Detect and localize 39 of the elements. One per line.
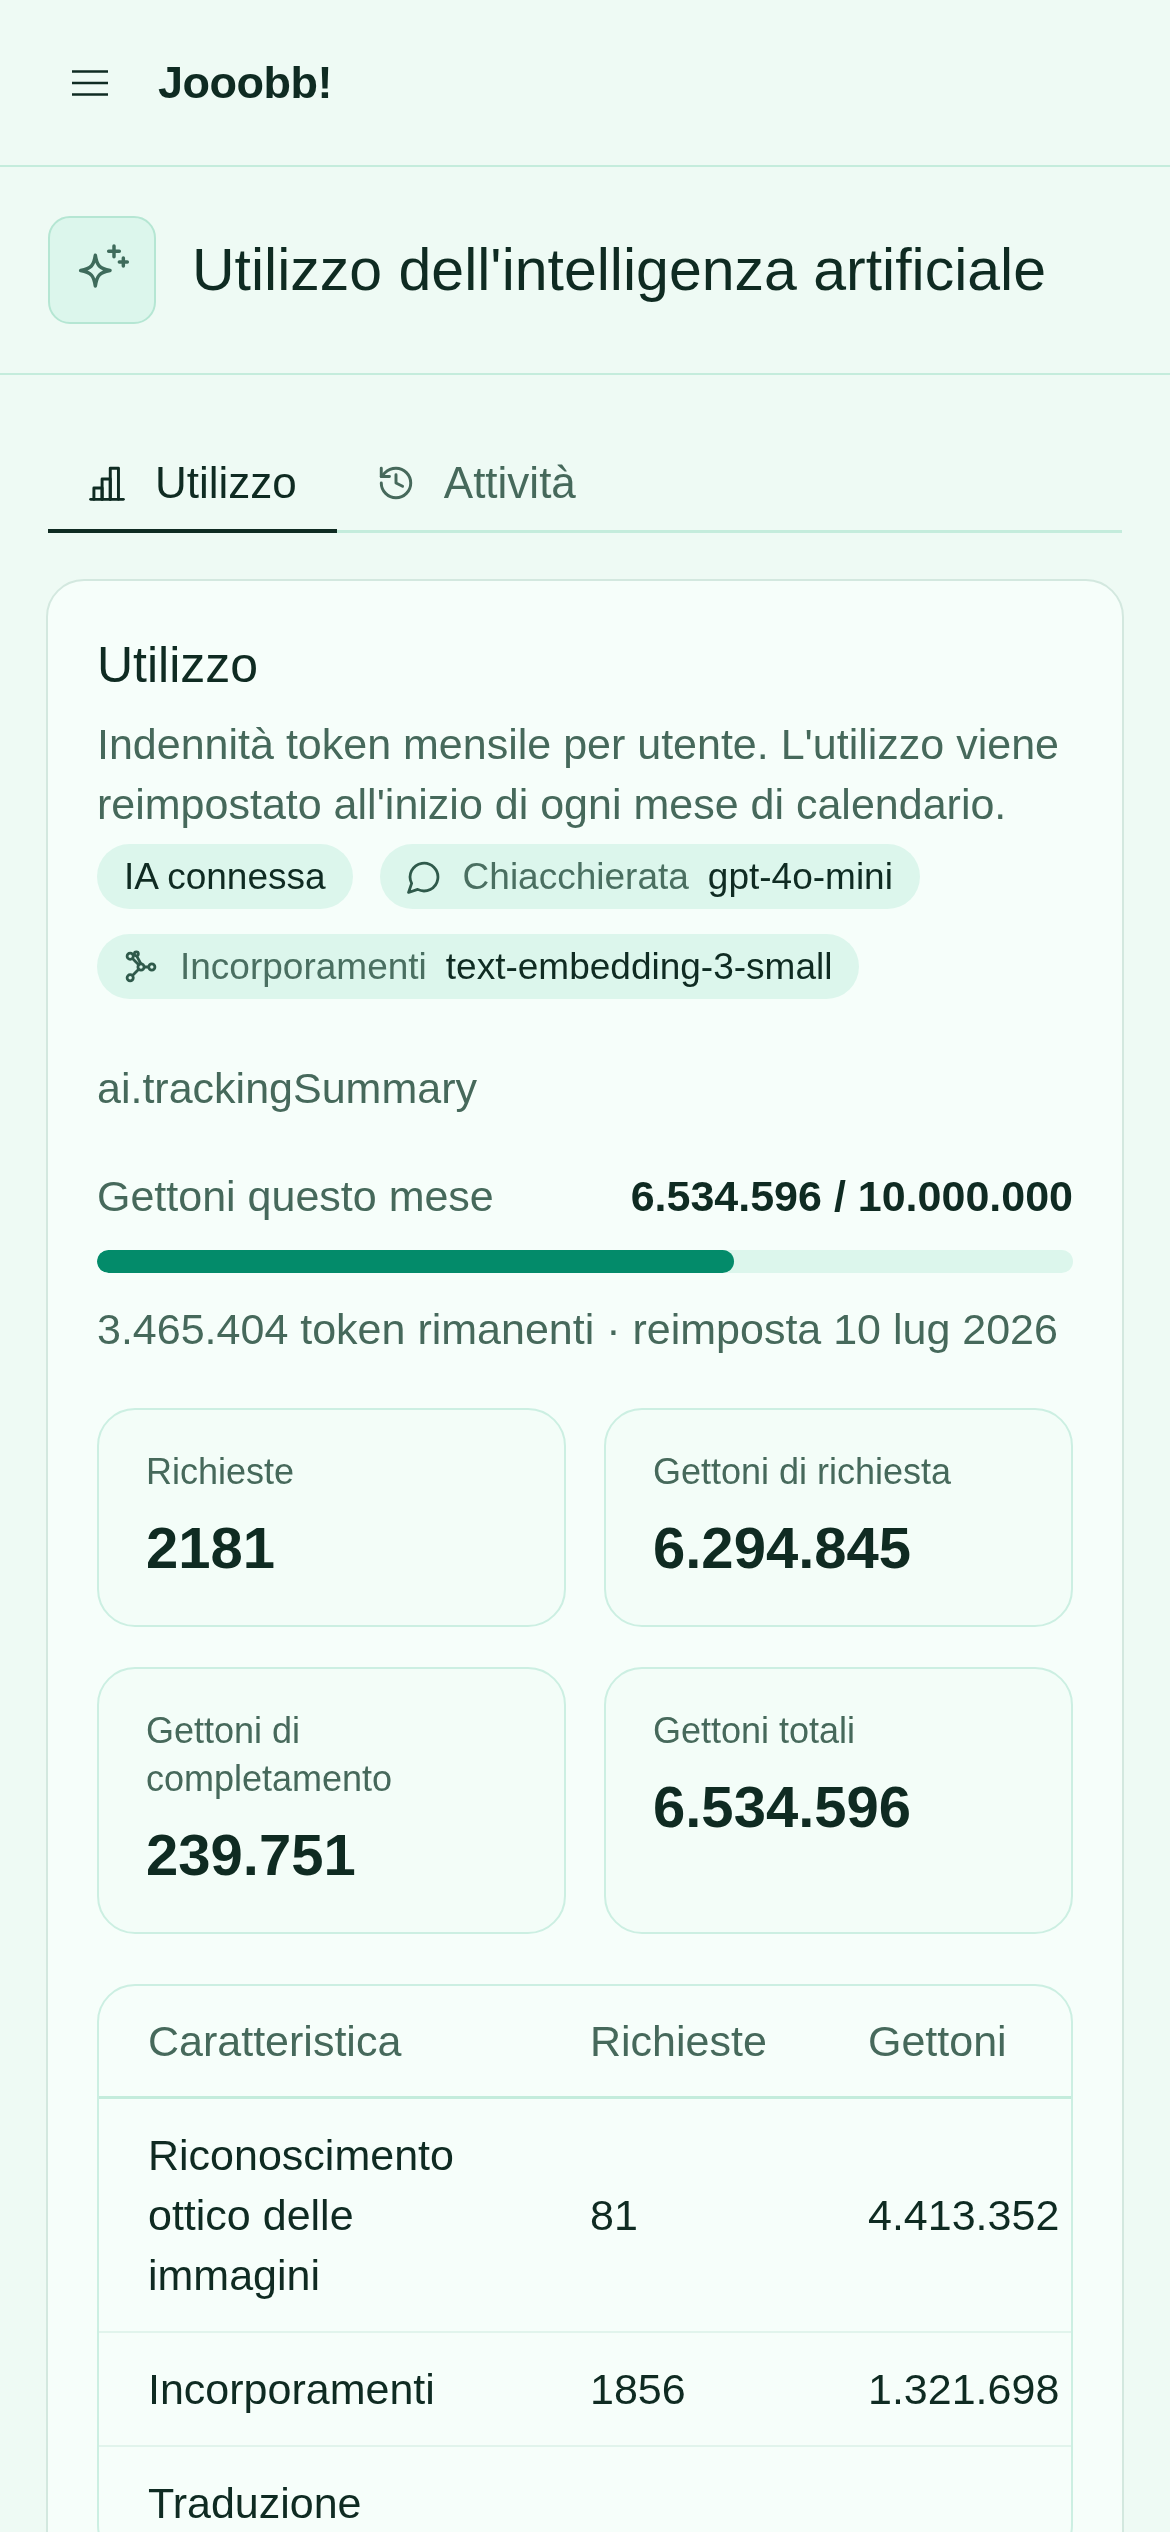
sparkle-icon [48,216,156,324]
badge-value: text-embedding-3-small [445,948,833,985]
stat-value: 6.294.845 [653,1514,912,1582]
tab[interactable]: Utilizzo [48,437,337,533]
table-cell-text: 4.413.352 [868,2190,1060,2241]
history-icon [377,465,414,501]
quota-value: 6.534.596 / 10.000.000 [630,1171,1073,1222]
brand-name: Jooobb! [158,55,332,110]
menu-icon[interactable] [72,69,108,96]
column-header: Gettoni [868,2016,1007,2067]
chat-bubble-icon [406,859,441,894]
tracking-summary: ai.trackingSummary [97,1063,478,1114]
column-header: Caratteristica [148,2016,402,2067]
stat-value: 239.751 [146,1821,356,1889]
quota-note: 3.465.404 token rimanenti · reimposta 10 lug 2026 [97,1304,1059,1355]
badge-value: gpt-4o-mini [707,858,893,895]
column-header: Richieste [590,2016,767,2067]
stat-label: Richieste [146,1450,295,1494]
stat-value: 6.534.596 [653,1773,912,1841]
stat-value: 2181 [146,1514,276,1582]
table-cell-text: 1.321.698 [868,2364,1060,2415]
status-badge: IA connessa [97,844,353,909]
stat-label: Gettoni di completamento [146,1709,394,1801]
section-title: Utilizzo [97,636,260,695]
tab[interactable]: Attività [336,437,616,533]
table-cell-text: Riconoscimento ottico delle immagini [148,2130,455,2301]
badge-label: Chiacchierata [462,858,689,895]
table-cell-text: Incorporamenti [148,2364,435,2415]
table-cell-text: Traduzione [148,2478,362,2529]
bar-chart-icon [89,465,125,501]
stat-label: Gettoni totali [653,1709,856,1753]
nodes-icon [124,949,158,984]
table-cell-text: 81 [590,2190,638,2241]
section-description: Indennità token mensile per utente. L'utilizzo viene reimpostato all'inizio di ogni mese di calendario. [97,719,1060,830]
page-title: Utilizzo dell'intelligenza artificiale [192,235,1047,305]
badge-label: Incorporamenti [180,948,427,985]
quota-label: Gettoni questo mese [97,1171,494,1222]
stat-label: Gettoni di richiesta [653,1450,952,1494]
table-cell-text: 1856 [590,2364,686,2415]
